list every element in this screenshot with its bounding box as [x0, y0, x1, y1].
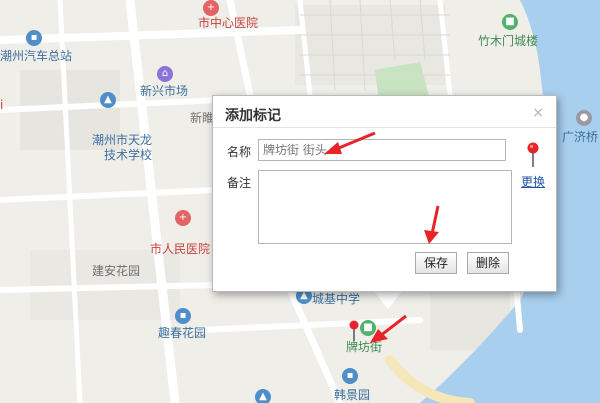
hospital-icon[interactable]: +	[203, 0, 219, 16]
residential-icon-2[interactable]: ▪	[342, 368, 358, 384]
school-icon[interactable]: ▲	[100, 92, 116, 108]
bridge-icon[interactable]: ●	[576, 110, 592, 126]
landmark-icon[interactable]: ■	[502, 14, 518, 30]
school-icon-3[interactable]: ▲	[255, 389, 271, 403]
note-label: 备注	[227, 176, 252, 190]
change-marker-link[interactable]: 更换	[521, 173, 545, 190]
close-icon[interactable]: ×	[532, 105, 544, 121]
map-label-jianan-garden[interactable]: 建安花园	[92, 264, 140, 278]
bus-station-icon[interactable]: ▪	[26, 30, 42, 46]
map-label-tianlong-school-2[interactable]: 技术学校	[104, 148, 152, 162]
map-label-chengji-school[interactable]: 城基中学	[312, 292, 360, 306]
map-label-left-edge: i	[0, 98, 4, 112]
annotation-arrow-name	[324, 131, 376, 154]
dialog-title: 添加标记	[225, 108, 281, 124]
map-label-bus-station[interactable]: 潮州汽车总站	[0, 49, 72, 63]
dialog-divider	[213, 127, 556, 128]
market-icon[interactable]: ⌂	[157, 66, 173, 82]
note-textarea[interactable]	[258, 170, 512, 244]
location-pin-icon[interactable]	[348, 320, 360, 342]
annotation-arrow-pin	[370, 314, 407, 343]
map-label-xinxing-market[interactable]: 新兴市场	[140, 84, 188, 98]
annotation-arrow-save	[424, 205, 440, 244]
map-label-xinxing-partial[interactable]: 新睢	[190, 111, 214, 125]
map-label-hospital-center[interactable]: 市中心医院	[198, 16, 258, 30]
hospital-icon-2[interactable]: +	[175, 210, 191, 226]
save-button[interactable]: 保存	[415, 252, 458, 274]
dialog-pointer-tail	[372, 289, 404, 309]
map-label-tianlong-school-1[interactable]: 潮州市天龙	[92, 133, 152, 147]
map-label-guangji-bridge[interactable]: 广济桥	[562, 130, 598, 144]
marker-style-icon[interactable]	[526, 142, 540, 168]
delete-button[interactable]: 删除	[467, 252, 510, 274]
map-label-hanjing-garden[interactable]: 韩景园	[334, 388, 370, 402]
map-label-peoples-hospital[interactable]: 市人民医院	[150, 242, 210, 256]
map-label-quchun-garden[interactable]: 趣春花园	[158, 326, 206, 340]
name-input[interactable]	[258, 139, 506, 161]
name-label: 名称	[227, 145, 252, 159]
residential-icon[interactable]: ▪	[175, 308, 191, 324]
add-marker-dialog: 添加标记 × 名称 备注 更换 保存 删除	[212, 95, 557, 292]
map-label-zhumu-gate[interactable]: 竹木门城楼	[478, 34, 538, 48]
